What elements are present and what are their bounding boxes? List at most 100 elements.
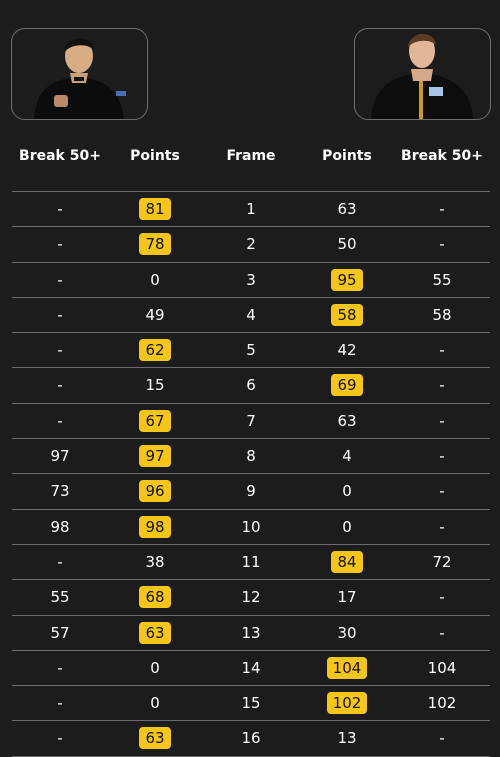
header-break-right: Break 50+ xyxy=(401,148,483,164)
cell-frame: 6 xyxy=(202,368,300,402)
cell-value: 98 xyxy=(50,517,70,536)
cell-break-right: - xyxy=(392,333,492,367)
cell-value: - xyxy=(57,694,63,713)
table-row: - 78 2 50 - xyxy=(12,226,490,261)
table-header: Break 50+ Points Frame Points Break 50+ xyxy=(0,148,500,170)
cell-value: 12 xyxy=(241,588,261,607)
cell-value: 3 xyxy=(246,270,256,289)
table-row: - 67 7 63 - xyxy=(12,402,492,438)
cell-value: 10 xyxy=(241,517,261,536)
cell-points-left: 98 xyxy=(106,510,204,544)
cell-value: 30 xyxy=(337,623,357,642)
header-break-left: Break 50+ xyxy=(19,148,101,164)
cell-frame: 5 xyxy=(202,333,300,367)
cell-value: 0 xyxy=(150,270,160,289)
cell-value: 2 xyxy=(246,235,256,254)
cell-break-left: 98 xyxy=(8,510,112,544)
cell-break-left: - xyxy=(8,368,112,402)
cell-points-right: 42 xyxy=(298,333,396,367)
cell-value: 57 xyxy=(50,623,70,642)
cell-points-left: 62 xyxy=(106,333,204,367)
cell-points-right: 69 xyxy=(298,368,396,402)
cell-break-left: 73 xyxy=(8,474,112,508)
frames-table: -81 1 63- -78 2 50- -0 3 95 55-49 4 58 58-62 5 42- -15 6… xyxy=(12,191,490,757)
cell-break-right: - xyxy=(392,439,492,473)
cell-value: 11 xyxy=(241,552,261,571)
cell-break-right: - xyxy=(392,404,492,438)
cell-value: 104 xyxy=(427,658,457,677)
cell-break-right: 102 xyxy=(392,686,492,720)
cell-frame: 12 xyxy=(202,580,300,614)
cell-value: - xyxy=(439,729,445,748)
cell-break-left: - xyxy=(8,686,112,720)
cell-frame: 13 xyxy=(202,616,300,650)
cell-frame: 7 xyxy=(202,404,300,438)
cell-frame: 16 xyxy=(202,721,300,755)
cell-break-right: 104 xyxy=(392,651,492,685)
cell-value: 4 xyxy=(246,305,256,324)
cell-value: 55 xyxy=(432,270,452,289)
cell-points-left: 63 xyxy=(106,721,204,755)
cell-break-right: 55 xyxy=(392,263,492,297)
header-points-left: Points xyxy=(130,148,180,164)
cell-break-right: - xyxy=(392,227,492,261)
cell-frame: 2 xyxy=(202,227,300,261)
cell-value: 6 xyxy=(246,376,256,395)
cell-value: 4 xyxy=(342,447,352,466)
cell-value: - xyxy=(439,235,445,254)
cell-value: - xyxy=(439,376,445,395)
cell-points-right: 95 xyxy=(298,263,396,297)
cell-points-right: 13 xyxy=(298,721,396,755)
cell-value: - xyxy=(439,447,445,466)
cell-points-right: 4 xyxy=(298,439,396,473)
cell-value: - xyxy=(57,341,63,360)
cell-value: - xyxy=(57,270,63,289)
table-row: - 0 14 104 104 xyxy=(12,649,492,685)
cell-value: 15 xyxy=(145,376,165,395)
winning-score-badge: 81 xyxy=(139,198,171,220)
cell-points-right: 30 xyxy=(298,616,396,650)
player-right-card[interactable] xyxy=(354,28,491,120)
cell-value: - xyxy=(439,200,445,218)
cell-break-left: - xyxy=(8,333,112,367)
player-left-card[interactable] xyxy=(11,28,148,120)
cell-break-left: - xyxy=(8,721,112,755)
cell-value: 8 xyxy=(246,447,256,466)
cell-value: - xyxy=(439,588,445,607)
cell-points-left: 68 xyxy=(106,580,204,614)
cell-points-right: 63 xyxy=(298,192,396,226)
winning-score-badge: 68 xyxy=(139,586,171,609)
cell-points-left: 0 xyxy=(106,263,204,297)
cell-points-left: 67 xyxy=(106,404,204,438)
table-row: - 0 3 95 55 xyxy=(12,261,492,297)
cell-break-left: 97 xyxy=(8,439,112,473)
cell-value: - xyxy=(57,658,63,677)
cell-value: 9 xyxy=(246,482,256,501)
cell-value: - xyxy=(439,623,445,642)
cell-break-right: - xyxy=(392,192,492,226)
table-row: - 15 6 69 - xyxy=(12,367,490,402)
cell-frame: 3 xyxy=(202,263,300,297)
cell-value: 102 xyxy=(427,694,457,713)
winning-score-badge: 58 xyxy=(331,303,363,326)
cell-value: 13 xyxy=(337,729,357,748)
winning-score-badge: 63 xyxy=(139,727,171,750)
winning-score-badge: 102 xyxy=(326,692,368,715)
cell-value: - xyxy=(439,411,445,430)
cell-frame: 8 xyxy=(202,439,300,473)
cell-value: - xyxy=(57,552,63,571)
table-row: 55 68 12 17 - xyxy=(12,579,490,614)
cell-value: 73 xyxy=(50,482,70,501)
winning-score-badge: 69 xyxy=(331,374,363,397)
cell-value: 49 xyxy=(145,305,165,324)
header-points-right: Points xyxy=(322,148,372,164)
cell-value: 63 xyxy=(337,411,357,430)
cell-value: 15 xyxy=(241,694,261,713)
cell-value: - xyxy=(57,729,63,748)
winning-score-badge: 62 xyxy=(139,339,171,362)
cell-value: 0 xyxy=(150,658,160,677)
cell-points-left: 96 xyxy=(106,474,204,508)
table-row: - 0 15 102 102 xyxy=(12,685,490,720)
cell-frame: 1 xyxy=(202,192,300,226)
table-row: 98 98 10 0 - xyxy=(12,508,490,544)
